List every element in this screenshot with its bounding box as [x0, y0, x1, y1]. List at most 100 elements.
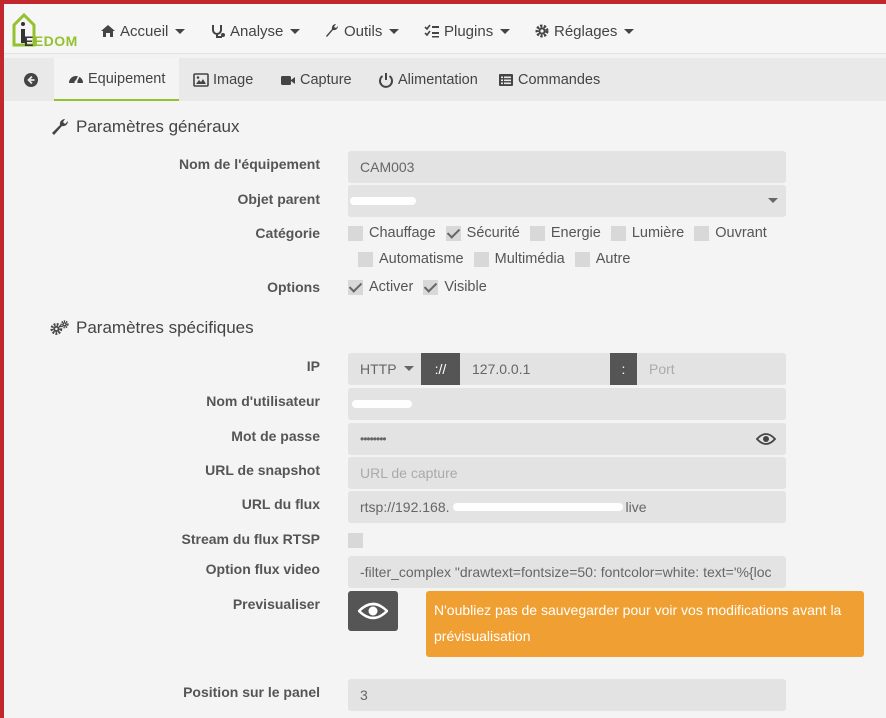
protocol-value: HTTP	[360, 361, 397, 377]
flux-label: URL du flux	[241, 496, 320, 512]
category-row-2: Automatisme Multimédia Autre	[358, 251, 640, 267]
password-input[interactable]: ••••••••	[348, 423, 786, 455]
general-section-title-text: Paramètres généraux	[76, 117, 240, 136]
tab-commandes-label: Commandes	[518, 71, 601, 88]
tab-alimentation[interactable]: Alimentation	[364, 58, 492, 101]
checkbox[interactable]	[358, 251, 373, 267]
tab-image[interactable]: Image	[179, 58, 267, 101]
option-visible[interactable]: Visible	[423, 279, 487, 295]
checkbox[interactable]	[348, 225, 363, 241]
username-input[interactable]	[348, 388, 786, 420]
general-section-title: Paramètres généraux	[50, 117, 239, 137]
ip-value: 127.0.0.1	[472, 361, 531, 377]
checkbox[interactable]	[610, 225, 626, 241]
checkbox[interactable]	[473, 251, 489, 267]
category-label-text: Energie	[550, 225, 601, 241]
chevron-down-icon	[404, 366, 414, 371]
nav-analyse[interactable]: Analyse	[210, 20, 301, 42]
snapshot-placeholder: URL de capture	[360, 465, 458, 481]
category-securite[interactable]: Sécurité	[445, 225, 520, 241]
logo-text-edom: EDOM	[33, 33, 78, 49]
name-value: CAM003	[360, 159, 415, 175]
preview-button[interactable]	[348, 591, 398, 631]
checkbox-checked[interactable]	[423, 279, 439, 295]
nav-accueil[interactable]: Accueil	[100, 20, 186, 42]
tab-alimentation-label: Alimentation	[398, 71, 478, 88]
tab-back[interactable]	[12, 58, 50, 101]
protocol-separator: ://	[421, 353, 460, 385]
parent-select[interactable]	[348, 185, 786, 217]
logo-text-e: E	[24, 33, 34, 49]
tab-capture-label: Capture	[300, 71, 352, 88]
nav-outils[interactable]: Outils	[324, 20, 400, 42]
wrench-icon	[326, 23, 339, 37]
specific-section-title: Paramètres spécifiques	[50, 318, 254, 338]
category-row-1: Chauffage Sécurité Energie Lumière Ouvra…	[348, 225, 777, 241]
list-icon	[499, 73, 513, 86]
chevron-down-icon	[624, 28, 635, 34]
checkbox[interactable]	[529, 225, 545, 241]
options-row: Activer Visible	[348, 279, 497, 295]
checkbox-checked[interactable]	[445, 225, 461, 241]
category-label-text: Autre	[595, 251, 631, 267]
ip-group: HTTP :// 127.0.0.1 : Port	[348, 353, 786, 385]
category-automatisme[interactable]: Automatisme	[358, 251, 464, 267]
category-label-text: Sécurité	[466, 225, 520, 241]
save-warning-alert: N'oubliez pas de sauvegarder pour voir v…	[426, 591, 864, 657]
category-ouvrant[interactable]: Ouvrant	[694, 225, 767, 241]
rtsp-checkbox[interactable]	[348, 533, 363, 548]
category-label-text: Lumière	[631, 225, 685, 241]
alert-text: N'oubliez pas de sauvegarder pour voir v…	[434, 602, 842, 644]
option-label-text: Activer	[369, 279, 414, 295]
snapshot-label: URL de snapshot	[205, 462, 320, 478]
category-label-text: Automatisme	[379, 251, 464, 267]
power-icon	[379, 72, 393, 88]
category-autre[interactable]: Autre	[574, 251, 631, 267]
category-label: Catégorie	[255, 225, 320, 241]
category-lumiere[interactable]: Lumière	[610, 225, 685, 241]
cog-icon	[535, 24, 549, 38]
back-arrow-icon	[24, 72, 38, 87]
redacted-value	[452, 503, 623, 511]
video-option-input[interactable]: -filter_complex "drawtext=fontsize=50: f…	[348, 556, 786, 588]
rtsp-label: Stream du flux RTSP	[181, 531, 320, 547]
nav-plugins[interactable]: Plugins	[424, 20, 511, 42]
top-navbar: EEDOM Accueil Analyse Outils Plugins Rég…	[4, 4, 886, 54]
position-input[interactable]: 3	[348, 679, 786, 711]
chevron-down-icon	[389, 28, 400, 34]
jeedom-logo[interactable]: EEDOM	[12, 11, 84, 49]
eye-icon[interactable]	[756, 432, 776, 446]
video-camera-icon	[281, 75, 295, 85]
flux-prefix: rtsp://192.168.	[360, 499, 450, 515]
category-label-text: Ouvrant	[715, 225, 767, 241]
cogs-icon	[50, 320, 69, 335]
checkbox[interactable]	[694, 225, 710, 241]
redacted-value	[350, 197, 416, 205]
tab-capture[interactable]: Capture	[266, 58, 366, 101]
video-option-value: -filter_complex "drawtext=fontsize=50: f…	[360, 564, 772, 580]
option-activer[interactable]: Activer	[348, 279, 413, 295]
chevron-down-icon	[175, 28, 186, 34]
nav-analyse-label: Analyse	[230, 22, 284, 40]
tab-equipement-label: Equipement	[88, 70, 166, 87]
port-input[interactable]: Port	[637, 353, 786, 385]
ip-input[interactable]: 127.0.0.1	[460, 353, 610, 385]
category-chauffage[interactable]: Chauffage	[348, 225, 436, 241]
checkbox-checked[interactable]	[348, 279, 363, 295]
password-value: ••••••••	[360, 432, 387, 446]
nav-outils-label: Outils	[344, 22, 383, 40]
nav-reglages-label: Réglages	[554, 22, 618, 40]
nav-reglages[interactable]: Réglages	[534, 20, 635, 42]
category-multimedia[interactable]: Multimédia	[473, 251, 565, 267]
options-label: Options	[267, 279, 320, 295]
tab-equipement[interactable]: Equipement	[54, 58, 180, 101]
protocol-select[interactable]: HTTP	[348, 353, 421, 385]
name-input[interactable]: CAM003	[348, 151, 786, 183]
tab-commandes[interactable]: Commandes	[484, 58, 614, 101]
flux-input[interactable]: rtsp://192.168. live	[348, 491, 786, 523]
category-energie[interactable]: Energie	[529, 225, 601, 241]
preview-label: Previsualiser	[232, 596, 320, 612]
checkbox[interactable]	[574, 251, 590, 267]
chevron-down-icon	[290, 28, 301, 34]
snapshot-input[interactable]: URL de capture	[348, 457, 786, 489]
